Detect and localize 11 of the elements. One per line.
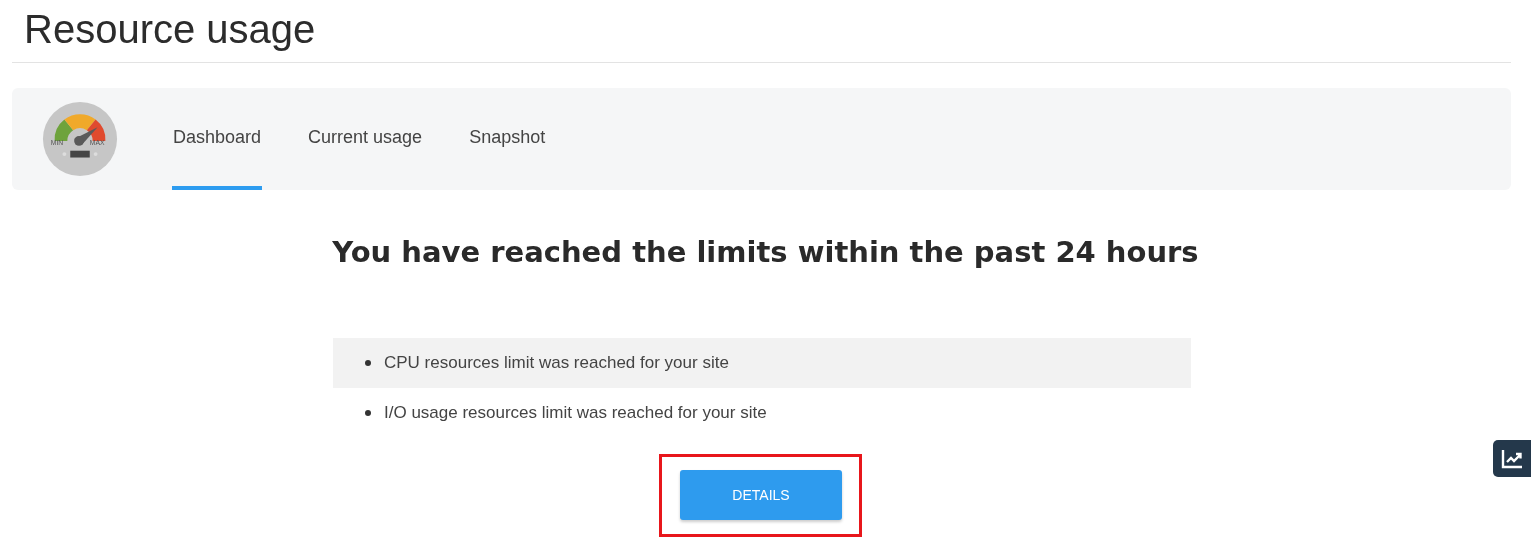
tab[interactable]: Snapshot bbox=[468, 88, 547, 190]
trend-chart-icon bbox=[1501, 448, 1523, 469]
limits-heading: You have reached the limits within the past 24 hours bbox=[331, 234, 1200, 270]
tab[interactable]: Current usage bbox=[307, 88, 424, 190]
tab[interactable]: Dashboard bbox=[172, 88, 263, 190]
page-title: Resource usage bbox=[23, 6, 317, 53]
chart-toggle-button[interactable] bbox=[1493, 440, 1531, 477]
bullet-icon bbox=[365, 360, 371, 366]
bullet-icon bbox=[365, 410, 371, 416]
limit-message: I/O usage resources limit was reached for your site bbox=[384, 403, 767, 423]
limit-message: CPU resources limit was reached for your site bbox=[384, 353, 729, 373]
